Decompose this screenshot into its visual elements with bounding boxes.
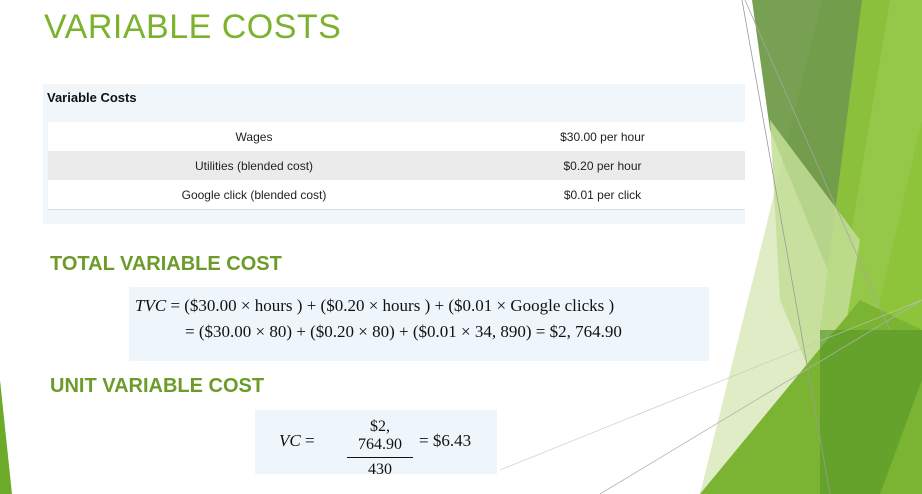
slide-title: VARIABLE COSTS (44, 8, 342, 46)
uvc-fraction: $2, 764.90 430 (347, 418, 413, 479)
tvc-expression: = ($30.00 × hours ) + ($0.20 × hours ) +… (166, 296, 615, 315)
table-caption: Variable Costs (47, 90, 137, 105)
variable-costs-table-panel: Variable Costs Wages $30.00 per hour Uti… (43, 84, 745, 224)
cost-item-cell: Google click (blended cost) (48, 180, 460, 210)
uvc-equals: = (300, 431, 315, 450)
uvc-lhs: VC = (279, 431, 315, 451)
tvc-formula-box: TVC = ($30.00 × hours ) + ($0.20 × hours… (129, 287, 709, 361)
uvc-numerator: $2, 764.90 (347, 418, 413, 458)
uvc-variable: VC (279, 431, 301, 450)
tvc-formula-line-1: TVC = ($30.00 × hours ) + ($0.20 × hours… (135, 296, 614, 316)
cost-value-cell: $30.00 per hour (460, 122, 745, 151)
cost-item-cell: Utilities (blended cost) (48, 151, 460, 180)
uvc-formula-box: VC = $2, 764.90 430 = $6.43 (255, 410, 497, 478)
uvc-result: = $6.43 (419, 431, 472, 450)
cost-value-cell: $0.20 per hour (460, 151, 745, 180)
uvc-denominator: 430 (368, 461, 392, 478)
cost-value-cell: $0.01 per click (460, 180, 745, 210)
total-variable-cost-heading: TOTAL VARIABLE COST (50, 253, 282, 275)
table-row: Utilities (blended cost) $0.20 per hour (48, 151, 745, 180)
tvc-variable: TVC (135, 296, 167, 315)
table-row: Google click (blended cost) $0.01 per cl… (48, 180, 745, 210)
table-row: Wages $30.00 per hour (48, 122, 745, 151)
deco-shape-left-sliver (0, 380, 12, 494)
tvc-formula-line-2: = ($30.00 × 80) + ($0.20 × 80) + ($0.01 … (185, 322, 622, 341)
unit-variable-cost-heading: UNIT VARIABLE COST (50, 375, 265, 397)
variable-costs-table: Wages $30.00 per hour Utilities (blended… (48, 122, 745, 210)
cost-item-cell: Wages (48, 122, 460, 151)
